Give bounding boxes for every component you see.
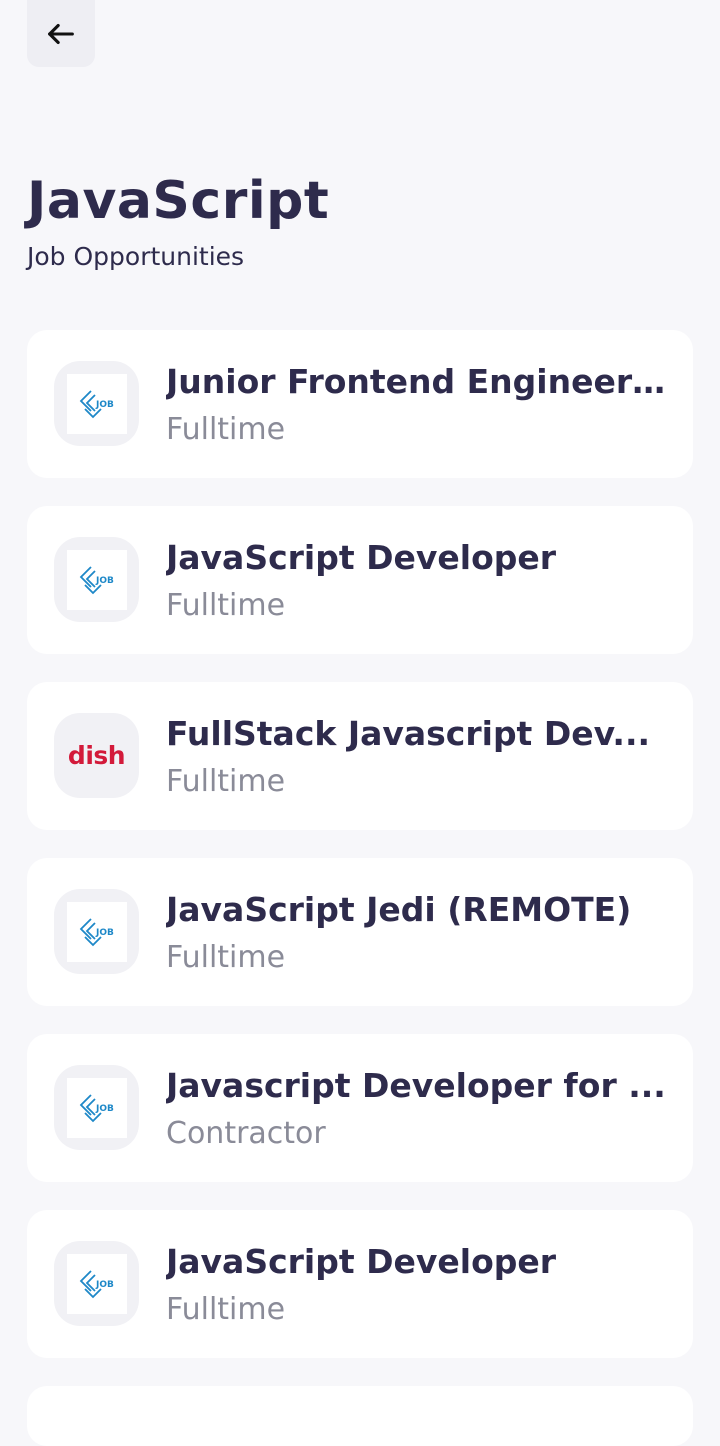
svg-text:JOB: JOB xyxy=(95,1280,114,1290)
job-logo-icon: JOB xyxy=(79,1269,114,1298)
job-title: JavaScript Developer xyxy=(166,538,557,577)
company-logo: JOB xyxy=(54,361,139,446)
job-logo-icon: JOB xyxy=(79,389,114,418)
job-title: JavaScript Developer xyxy=(166,1242,557,1281)
page-subtitle: Job Opportunities xyxy=(27,242,245,271)
job-card[interactable]: JOB Javascript Developer for ... Contrac… xyxy=(27,1034,693,1182)
company-logo: JOB xyxy=(54,537,139,622)
dish-logo: dish xyxy=(67,741,126,770)
job-card[interactable]: JOB JavaScript Jedi (REMOTE) Fulltime xyxy=(27,858,693,1006)
svg-text:JOB: JOB xyxy=(95,1104,114,1114)
company-logo: dish xyxy=(54,713,139,798)
job-type: Fulltime xyxy=(166,588,286,623)
job-card-partial[interactable] xyxy=(27,1386,693,1446)
job-title: Junior Frontend Engineer .. xyxy=(166,362,666,401)
job-type: Contractor xyxy=(166,1116,326,1151)
job-title: FullStack Javascript Dev... xyxy=(166,714,651,753)
job-card[interactable]: JOB Junior Frontend Engineer .. Fulltime xyxy=(27,330,693,478)
svg-text:JOB: JOB xyxy=(95,400,114,410)
job-title: Javascript Developer for ... xyxy=(166,1066,666,1105)
job-type: Fulltime xyxy=(166,940,286,975)
company-logo: JOB xyxy=(54,1065,139,1150)
job-logo-icon: JOB xyxy=(79,565,114,594)
job-title: JavaScript Jedi (REMOTE) xyxy=(166,890,632,929)
job-type: Fulltime xyxy=(166,412,286,447)
job-card[interactable]: dish FullStack Javascript Dev... Fulltim… xyxy=(27,682,693,830)
company-logo: JOB xyxy=(54,889,139,974)
job-logo-icon: JOB xyxy=(79,1093,114,1122)
job-type: Fulltime xyxy=(166,764,286,799)
svg-text:JOB: JOB xyxy=(95,576,114,586)
job-type: Fulltime xyxy=(166,1292,286,1327)
job-card[interactable]: JOB JavaScript Developer Fulltime xyxy=(27,506,693,654)
back-button[interactable] xyxy=(27,0,95,67)
company-logo: JOB xyxy=(54,1241,139,1326)
arrow-left-icon xyxy=(48,23,74,44)
svg-text:JOB: JOB xyxy=(95,928,114,938)
job-logo-icon: JOB xyxy=(79,917,114,946)
job-list: JOB Junior Frontend Engineer .. Fulltime… xyxy=(27,330,693,1446)
job-card[interactable]: JOB JavaScript Developer Fulltime xyxy=(27,1210,693,1358)
page-title: JavaScript xyxy=(27,171,330,231)
